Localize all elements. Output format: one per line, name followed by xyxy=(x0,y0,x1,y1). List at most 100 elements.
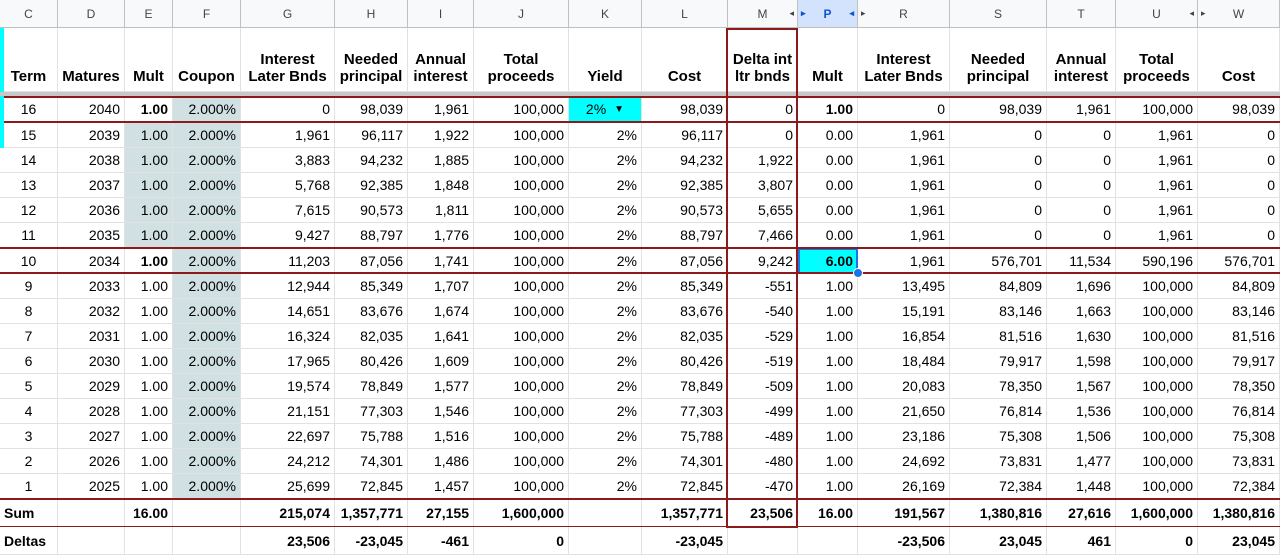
data-cell[interactable]: 2 xyxy=(0,449,58,474)
sum-row-cell[interactable]: 191,567 xyxy=(858,499,950,527)
data-cell[interactable]: 87,056 xyxy=(335,248,408,274)
yield-dropdown[interactable]: 2% ▼ xyxy=(569,96,642,123)
sum-row-cell[interactable]: 1,357,771 xyxy=(642,499,728,527)
data-cell[interactable]: 7 xyxy=(0,324,58,349)
data-cell[interactable]: 78,849 xyxy=(335,374,408,399)
data-cell[interactable]: 1.00 xyxy=(798,449,858,474)
deltas-row-cell[interactable]: -461 xyxy=(408,527,474,555)
data-cell[interactable]: 100,000 xyxy=(1116,449,1198,474)
deltas-row-cell[interactable]: -23,045 xyxy=(335,527,408,555)
data-cell[interactable]: -499 xyxy=(728,399,798,424)
header-cell[interactable]: Interest Later Bnds xyxy=(858,28,950,92)
data-cell[interactable]: 3,883 xyxy=(241,148,335,173)
data-cell[interactable]: 12 xyxy=(0,198,58,223)
data-cell[interactable]: 1,536 xyxy=(1047,399,1116,424)
column-header-w[interactable]: W ▸ xyxy=(1198,0,1280,28)
header-cell[interactable]: Mult xyxy=(125,28,173,92)
data-cell[interactable]: 1,961 xyxy=(858,223,950,248)
hidden-columns-right-arrow-icon[interactable]: ▸ xyxy=(861,8,866,19)
data-cell[interactable]: 1.00 xyxy=(125,198,173,223)
data-cell[interactable]: 16 xyxy=(0,96,58,123)
data-cell[interactable]: 1,922 xyxy=(408,123,474,148)
data-cell[interactable]: 77,303 xyxy=(335,399,408,424)
data-cell[interactable]: 96,117 xyxy=(335,123,408,148)
data-cell[interactable]: 100,000 xyxy=(474,324,569,349)
data-cell[interactable]: 90,573 xyxy=(335,198,408,223)
hidden-columns-right-arrow-icon[interactable]: ▸ xyxy=(801,8,806,19)
data-cell[interactable]: 1.00 xyxy=(125,449,173,474)
sum-row-cell[interactable]: 27,616 xyxy=(1047,499,1116,527)
data-cell[interactable]: 100,000 xyxy=(1116,399,1198,424)
column-header-g[interactable]: G xyxy=(241,0,335,28)
column-header-f[interactable]: F xyxy=(173,0,241,28)
data-cell[interactable]: 1,961 xyxy=(858,123,950,148)
data-cell[interactable]: 0.00 xyxy=(798,223,858,248)
data-cell[interactable]: 100,000 xyxy=(1116,324,1198,349)
data-cell[interactable]: 1.00 xyxy=(125,474,173,499)
data-cell[interactable]: 98,039 xyxy=(335,96,408,123)
data-cell[interactable]: 24,212 xyxy=(241,449,335,474)
data-cell[interactable]: 13,495 xyxy=(858,274,950,299)
data-cell[interactable]: 0 xyxy=(950,123,1047,148)
header-cell[interactable]: Annual interest xyxy=(408,28,474,92)
data-cell[interactable]: 13 xyxy=(0,173,58,198)
data-cell[interactable]: 100,000 xyxy=(1116,424,1198,449)
data-cell[interactable]: 90,573 xyxy=(642,198,728,223)
data-cell[interactable]: 2% xyxy=(569,374,642,399)
data-cell[interactable]: 1,961 xyxy=(241,123,335,148)
data-cell[interactable]: 92,385 xyxy=(335,173,408,198)
data-cell[interactable]: -509 xyxy=(728,374,798,399)
data-cell[interactable]: 15 xyxy=(0,123,58,148)
deltas-row-cell[interactable] xyxy=(569,527,642,555)
data-cell[interactable]: 2037 xyxy=(58,173,125,198)
data-cell[interactable]: 0 xyxy=(1198,173,1280,198)
data-cell[interactable]: 23,186 xyxy=(858,424,950,449)
data-cell[interactable]: 2% xyxy=(569,198,642,223)
data-cell[interactable]: 17,965 xyxy=(241,349,335,374)
data-cell[interactable]: 82,035 xyxy=(335,324,408,349)
sum-row-cell[interactable]: 1,357,771 xyxy=(335,499,408,527)
data-cell[interactable]: 6 xyxy=(0,349,58,374)
data-cell[interactable]: 2027 xyxy=(58,424,125,449)
data-cell[interactable]: 2% xyxy=(569,173,642,198)
column-header-h[interactable]: H xyxy=(335,0,408,28)
data-cell[interactable]: 1.00 xyxy=(798,474,858,499)
data-cell[interactable]: 12,944 xyxy=(241,274,335,299)
data-cell[interactable]: 100,000 xyxy=(474,424,569,449)
deltas-row-cell[interactable]: 461 xyxy=(1047,527,1116,555)
data-cell[interactable]: 1,663 xyxy=(1047,299,1116,324)
data-cell[interactable]: 75,308 xyxy=(1198,424,1280,449)
deltas-row-cell[interactable] xyxy=(173,527,241,555)
data-cell[interactable]: 0 xyxy=(1047,198,1116,223)
data-cell[interactable]: 1 xyxy=(0,474,58,499)
data-cell[interactable]: 100,000 xyxy=(474,349,569,374)
sum-row-cell[interactable] xyxy=(58,499,125,527)
data-cell[interactable]: 2% xyxy=(569,148,642,173)
data-cell[interactable]: 2035 xyxy=(58,223,125,248)
data-cell[interactable]: 98,039 xyxy=(950,96,1047,123)
data-cell[interactable]: 14 xyxy=(0,148,58,173)
data-cell[interactable]: 2.000% xyxy=(173,424,241,449)
deltas-row-cell[interactable]: -23,506 xyxy=(858,527,950,555)
data-cell[interactable]: 1.00 xyxy=(125,399,173,424)
data-cell[interactable]: 5 xyxy=(0,374,58,399)
data-cell[interactable]: 11,534 xyxy=(1047,248,1116,274)
data-cell[interactable]: 80,426 xyxy=(642,349,728,374)
data-cell[interactable]: 100,000 xyxy=(1116,474,1198,499)
data-cell[interactable]: 18,484 xyxy=(858,349,950,374)
data-cell[interactable]: 73,831 xyxy=(1198,449,1280,474)
data-cell[interactable]: 72,384 xyxy=(1198,474,1280,499)
data-cell[interactable]: 1,457 xyxy=(408,474,474,499)
header-cell[interactable]: Matures xyxy=(58,28,125,92)
data-cell[interactable]: 72,845 xyxy=(642,474,728,499)
data-cell[interactable]: 1,922 xyxy=(728,148,798,173)
header-cell[interactable]: Coupon xyxy=(173,28,241,92)
data-cell[interactable]: 2038 xyxy=(58,148,125,173)
sum-row-cell[interactable]: 1,380,816 xyxy=(1198,499,1280,527)
data-cell[interactable]: 2% xyxy=(569,424,642,449)
data-cell[interactable]: 1.00 xyxy=(125,123,173,148)
data-cell[interactable]: 100,000 xyxy=(1116,349,1198,374)
data-cell[interactable]: 83,146 xyxy=(1198,299,1280,324)
header-cell[interactable]: Needed principal xyxy=(335,28,408,92)
data-cell[interactable]: 2.000% xyxy=(173,173,241,198)
